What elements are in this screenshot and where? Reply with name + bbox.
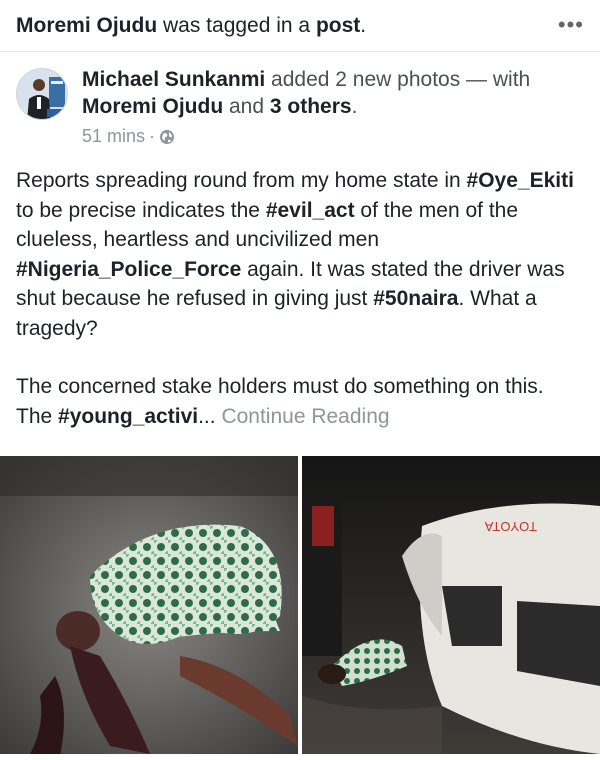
globe-icon[interactable] xyxy=(159,129,175,145)
post-link[interactable]: post xyxy=(316,14,360,37)
others-link[interactable]: 3 others xyxy=(270,95,352,118)
post-paragraph: The concerned stake holders must do some… xyxy=(16,375,544,398)
hashtag-link[interactable]: #evil_act xyxy=(266,199,355,222)
tag-text: was tagged in a xyxy=(157,13,316,37)
photo-1-image xyxy=(0,456,298,754)
post-paragraph: The #young_activi... Continue Reading xyxy=(16,404,390,428)
post-meta: 51 mins · xyxy=(82,126,175,147)
van-lettering: TOYOTA xyxy=(484,519,537,534)
post-header: Michael Sunkanmi added 2 new photos — wi… xyxy=(16,66,586,156)
post-action-text: added 2 new photos — with xyxy=(265,68,531,91)
tag-notification-header: Moremi Ojudu was tagged in a post. ••• xyxy=(0,0,600,52)
hashtag-link[interactable]: #Oye_Ekiti xyxy=(467,169,574,192)
avatar-image xyxy=(17,69,67,119)
post-author-line: Michael Sunkanmi added 2 new photos — wi… xyxy=(82,68,531,118)
post-timestamp[interactable]: 51 mins xyxy=(82,126,145,147)
hashtag-link[interactable]: #50naira xyxy=(373,287,458,310)
photo-grid: TOYOTA xyxy=(0,456,600,760)
avatar[interactable] xyxy=(16,68,68,120)
tagged-user-link[interactable]: Moremi Ojudu xyxy=(16,14,157,37)
continue-reading-link[interactable]: Continue Reading xyxy=(216,405,389,428)
hashtag-link[interactable]: #young_activi xyxy=(58,405,198,428)
tagged-person-link[interactable]: Moremi Ojudu xyxy=(82,95,223,118)
meta-separator: · xyxy=(149,126,156,146)
photo-2-image: TOYOTA xyxy=(302,456,600,754)
photo-1[interactable] xyxy=(0,456,298,754)
photo-2[interactable]: TOYOTA xyxy=(302,456,600,754)
post-paragraph: Reports spreading round from my home sta… xyxy=(16,169,574,340)
post-body: Reports spreading round from my home sta… xyxy=(16,166,586,431)
author-name-link[interactable]: Michael Sunkanmi xyxy=(82,68,265,91)
tag-line: Moremi Ojudu was tagged in a post. xyxy=(16,13,367,37)
more-options-button[interactable]: ••• xyxy=(558,12,584,38)
hashtag-link[interactable]: #Nigeria_Police_Force xyxy=(16,258,241,281)
